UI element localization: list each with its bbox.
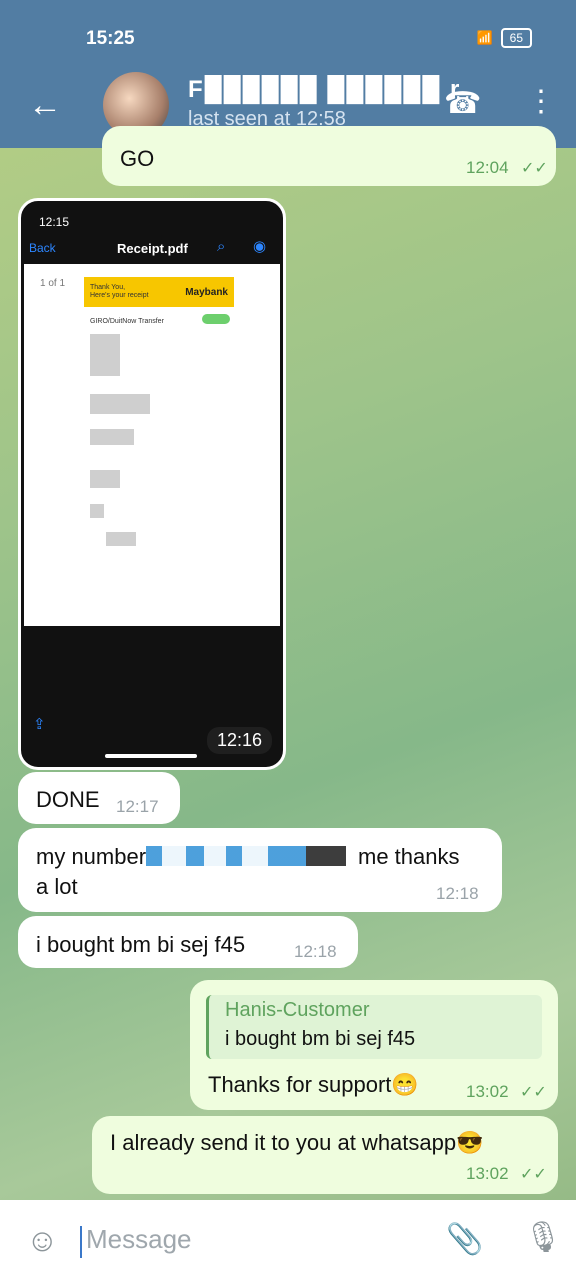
back-arrow-icon[interactable]: ← bbox=[28, 86, 62, 125]
blurred-content bbox=[106, 532, 136, 546]
receipt-thanks: Thank You, bbox=[90, 284, 126, 291]
message-text: my number bbox=[36, 844, 147, 869]
battery-indicator: 65 bbox=[500, 28, 532, 48]
success-pill bbox=[202, 314, 230, 324]
status-time: 15:25 bbox=[86, 28, 135, 49]
message-time: 12:18 bbox=[436, 884, 479, 903]
blurred-content bbox=[90, 394, 150, 414]
message-input[interactable]: Message bbox=[86, 1224, 192, 1255]
transfer-type: GIRO/DuitNow Transfer bbox=[90, 318, 164, 325]
message-text: i bought bm bi sej f45 bbox=[36, 932, 246, 957]
message-text: me thanks bbox=[358, 844, 460, 869]
blurred-content bbox=[90, 334, 120, 376]
emoji-icon[interactable]: ☺ bbox=[26, 1222, 59, 1259]
more-icon[interactable]: ⋮ bbox=[526, 84, 556, 119]
receipt-label: Here's your receipt bbox=[90, 292, 149, 299]
home-indicator bbox=[105, 754, 197, 758]
pdf-page: 1 of 1 Thank You, Here's your receipt Ma… bbox=[24, 264, 280, 626]
status-bar: 15:25 📶 65 bbox=[0, 0, 576, 72]
message-bubble-out[interactable]: I already send it to you at whatsapp😎 13… bbox=[92, 1116, 558, 1194]
screenshot-title: Receipt.pdf bbox=[117, 241, 188, 256]
mic-icon[interactable]: 🎙 bbox=[524, 1220, 562, 1255]
share-icon: ⇪ bbox=[33, 716, 46, 733]
redacted-number bbox=[146, 846, 346, 866]
message-text: GO bbox=[120, 146, 155, 171]
message-time: 13:02 bbox=[466, 1164, 509, 1183]
search-icon: ⌕ bbox=[217, 238, 226, 255]
reply-text: i bought bm bi sej f45 bbox=[225, 1028, 416, 1050]
receipt-header: Thank You, Here's your receipt Maybank bbox=[84, 277, 234, 307]
message-bubble-out[interactable]: GO 12:04 ✓✓ bbox=[102, 126, 556, 186]
message-time: 12:04 bbox=[466, 158, 509, 177]
message-time: 13:02 bbox=[466, 1082, 509, 1101]
markup-icon: ◉ bbox=[253, 238, 267, 255]
call-icon[interactable]: ☎ bbox=[444, 86, 481, 121]
reply-author: Hanis-Customer bbox=[225, 999, 370, 1021]
blurred-content bbox=[90, 504, 104, 518]
message-time: 12:18 bbox=[294, 942, 337, 961]
message-bubble-in[interactable]: i bought bm bi sej f45 12:18 bbox=[18, 916, 358, 968]
brand-logo: Maybank bbox=[185, 287, 228, 298]
read-receipt-icon: ✓✓ bbox=[521, 160, 548, 177]
signal-icon: 📶 bbox=[476, 30, 493, 45]
read-receipt-icon: ✓✓ bbox=[520, 1084, 547, 1101]
message-bubble-in[interactable]: my number me thanks a lot 12:18 bbox=[18, 828, 502, 912]
read-receipt-icon: ✓✓ bbox=[520, 1166, 547, 1183]
blurred-content bbox=[90, 470, 120, 488]
page-count: 1 of 1 bbox=[40, 278, 66, 289]
attach-icon[interactable]: 📎 bbox=[446, 1222, 483, 1257]
status-icons: 📶 65 bbox=[476, 28, 532, 48]
message-time: 12:17 bbox=[116, 797, 159, 816]
screenshot-back: Back bbox=[29, 241, 56, 255]
message-bubble-in[interactable]: DONE 12:17 bbox=[18, 772, 180, 824]
screenshot-time: 12:15 bbox=[39, 215, 70, 229]
message-time: 12:16 bbox=[207, 727, 273, 754]
message-text: a lot bbox=[36, 874, 78, 899]
contact-name[interactable]: F██████ ██████ r bbox=[188, 76, 461, 104]
composer-bar: ☺ Message 📎 🎙 bbox=[0, 1200, 576, 1280]
message-text: I already send it to you at whatsapp😎 bbox=[110, 1130, 484, 1155]
message-text: DONE bbox=[36, 787, 100, 812]
text-cursor bbox=[80, 1226, 82, 1258]
message-text: Thanks for support😁 bbox=[208, 1072, 419, 1097]
blurred-content bbox=[90, 429, 134, 445]
reply-quote[interactable]: Hanis-Customer i bought bm bi sej f45 bbox=[206, 995, 542, 1059]
image-message[interactable]: 12:15 Back Receipt.pdf ⌕ ◉ 1 of 1 Thank … bbox=[18, 198, 286, 770]
